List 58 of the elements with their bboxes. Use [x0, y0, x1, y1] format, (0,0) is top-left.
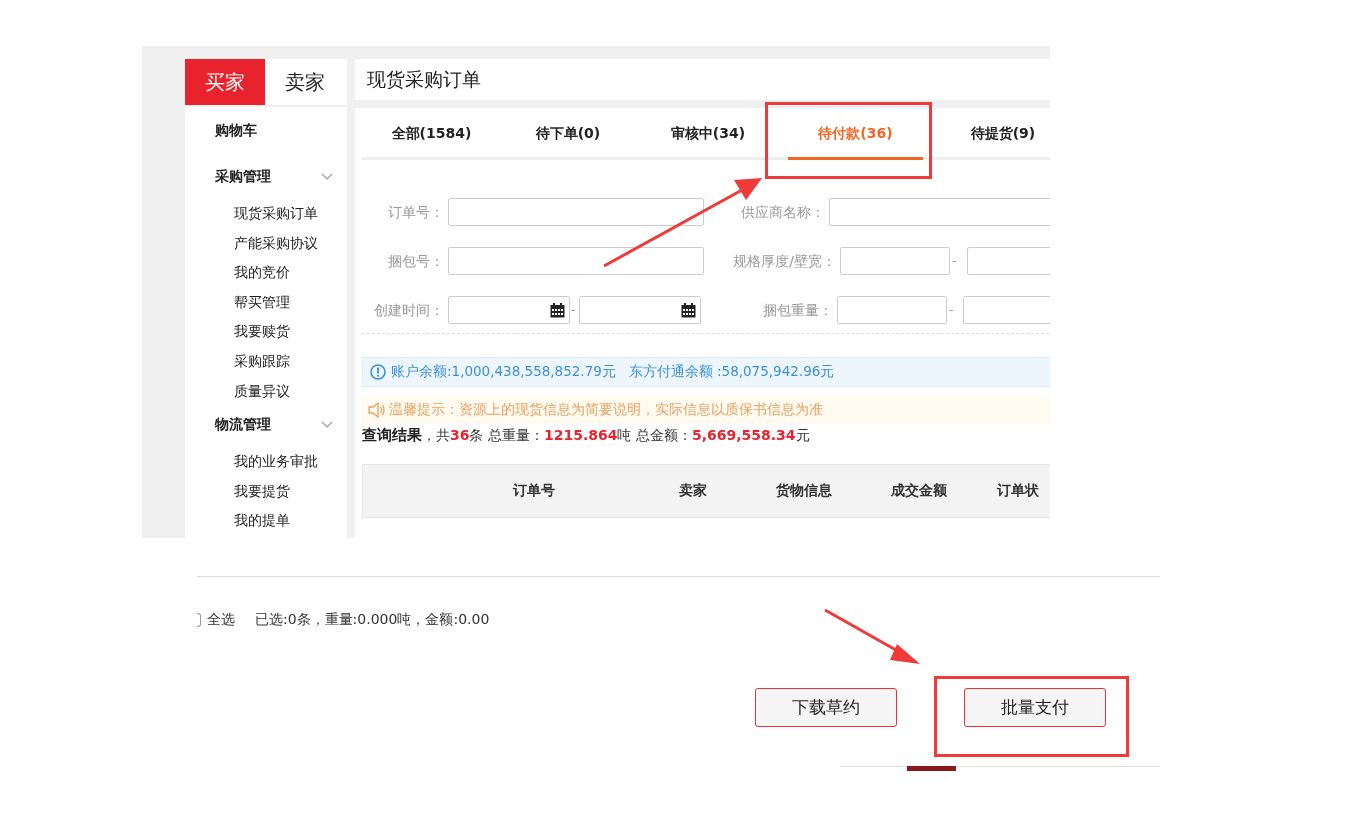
input-field[interactable]: [828, 198, 1050, 226]
chevron-icon[interactable]: [321, 173, 333, 181]
balance-notice: 账户余额:1,000,438,558,852.79元 东方付通余额 :58,075,942.96元: [391, 363, 835, 381]
range-separator: -: [571, 301, 576, 319]
selection-summary: 已选:0条，重量:0.000吨，金额:0.00: [255, 611, 490, 629]
sidebar-item[interactable]: 现货采购订单: [185, 199, 347, 229]
tip-notice: 温馨提示：资源上的现货信息为简要说明，实际信息以质保书信息为准: [389, 401, 823, 419]
sidebar-item[interactable]: 采购跟踪: [185, 346, 347, 377]
range-separator: -: [948, 301, 954, 319]
sidebar-item[interactable]: 我的竞价: [185, 258, 347, 288]
sidebar-item[interactable]: 购物车: [185, 107, 347, 158]
field-label: 供应商名称：: [739, 203, 825, 222]
status-tab[interactable]: 待下单(0): [498, 108, 638, 160]
input-field[interactable]: [840, 247, 950, 275]
calendar-icon[interactable]: [550, 302, 565, 318]
speaker-icon: [368, 402, 386, 418]
select-all-label[interactable]: 全选: [207, 611, 235, 629]
column-header: 成交金额: [891, 482, 947, 500]
checkbox-edge[interactable]: [197, 613, 201, 627]
column-header: 订单号: [513, 482, 555, 500]
field-label: 捆包重量：: [761, 301, 833, 320]
field-label: 规格厚度/壁宽：: [732, 252, 836, 271]
input-field[interactable]: [966, 247, 1050, 275]
sidebar-item[interactable]: 我要赎货: [185, 317, 347, 347]
date-field[interactable]: [578, 296, 701, 324]
page-indicator[interactable]: [907, 766, 956, 771]
sidebar-item[interactable]: 产能采购协议: [185, 228, 347, 259]
result-summary: 查询结果，共36条 总重量：1215.864吨 总金额：5,669,558.34元: [362, 426, 811, 445]
sidebar-group[interactable]: 采购管理: [215, 168, 271, 186]
status-tab[interactable]: 审核中(34): [638, 108, 778, 160]
sidebar-item[interactable]: 我要提货: [185, 476, 347, 507]
input-field[interactable]: [448, 247, 704, 275]
page-title: 现货采购订单: [355, 59, 1050, 100]
info-icon: [370, 364, 386, 380]
field-label: 捆包号：: [387, 252, 444, 271]
input-field[interactable]: [963, 296, 1050, 324]
range-separator: -: [952, 252, 957, 270]
role-tab[interactable]: 买家: [185, 59, 265, 105]
input-field[interactable]: [448, 198, 704, 226]
field-label: 创建时间：: [373, 301, 444, 320]
status-tab[interactable]: 全部(1584): [365, 108, 498, 160]
sidebar-item[interactable]: 质量异议: [185, 376, 347, 407]
column-header: 货物信息: [776, 482, 832, 500]
sidebar-group[interactable]: 物流管理: [215, 416, 271, 435]
sidebar-item[interactable]: 帮买管理: [185, 287, 347, 318]
column-header: 卖家: [679, 482, 707, 500]
date-field[interactable]: [448, 296, 570, 324]
column-header: 订单状: [997, 482, 1039, 500]
action-button[interactable]: 批量支付: [964, 688, 1106, 727]
field-label: 订单号：: [387, 203, 444, 222]
action-button[interactable]: 下载草约: [755, 688, 897, 727]
sidebar-item[interactable]: 我的提单: [185, 506, 347, 536]
chevron-icon[interactable]: [321, 421, 333, 430]
role-tab[interactable]: 卖家: [265, 59, 345, 105]
sidebar-item[interactable]: 我的业务审批: [185, 447, 347, 477]
status-tab[interactable]: 待提货(9): [933, 108, 1050, 160]
input-field[interactable]: [836, 296, 947, 324]
calendar-icon[interactable]: [680, 302, 696, 318]
